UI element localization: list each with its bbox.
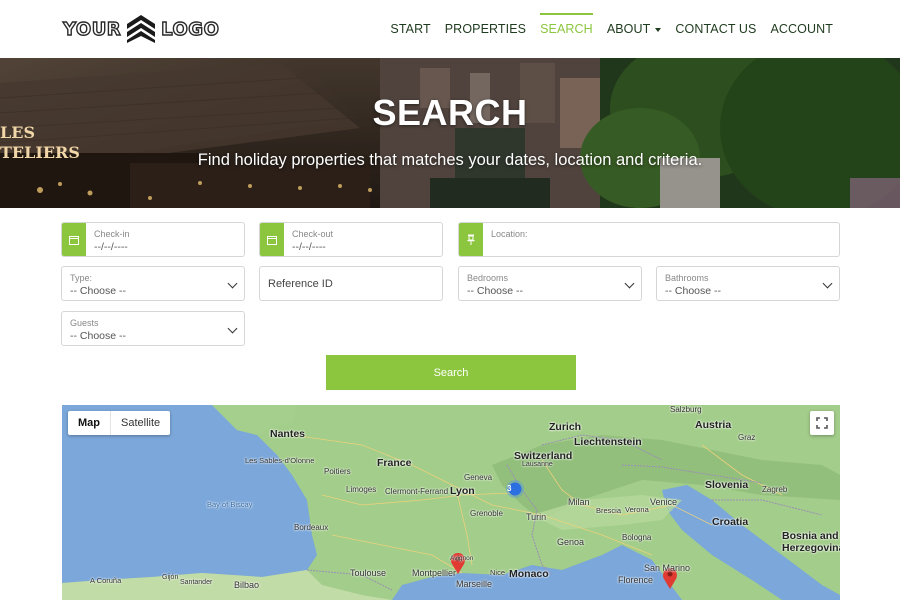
map-label: Geneva <box>464 473 493 482</box>
checkout-label: Check-out <box>292 229 334 239</box>
map-label: Genoa <box>557 537 585 547</box>
checkout-field[interactable]: Check-out --/--/---- <box>259 222 443 257</box>
map-label: Poitiers <box>324 467 351 476</box>
nav-contact[interactable]: CONTACT US <box>668 0 763 58</box>
map-label: Monaco <box>509 568 549 580</box>
map-label: Graz <box>738 433 756 442</box>
type-value: -- Choose -- <box>70 285 127 297</box>
map-label: Nice <box>490 568 506 577</box>
map-label: Bologna <box>622 533 652 542</box>
map-label: Limoges <box>346 485 377 494</box>
map-label: Zurich <box>549 421 582 433</box>
chevron-down-icon <box>822 278 833 289</box>
page-title: SEARCH <box>372 92 528 133</box>
nav-start[interactable]: START <box>383 0 437 58</box>
map-label: Toulouse <box>350 568 387 578</box>
map-label: Verona <box>625 505 649 514</box>
type-label: Type: <box>70 273 93 283</box>
checkin-label: Check-in <box>94 229 130 239</box>
map-label: Les Sables-d'Olonne <box>245 456 315 465</box>
map-label: Florence <box>618 575 654 585</box>
map-label: Bilbao <box>234 580 260 590</box>
map-label: Zagreb <box>762 485 788 494</box>
hero-banner: LES TELIERS SEARCH Find holiday properti… <box>0 58 900 208</box>
logo-left-text: YOUR <box>62 18 122 40</box>
map-label: A Coruña <box>90 576 122 585</box>
map-label: Bosnia and Herzegovina <box>782 530 840 554</box>
map-label: Montpellier <box>412 568 457 578</box>
map-label: Venice <box>650 497 678 507</box>
nav-account[interactable]: ACCOUNT <box>763 0 840 58</box>
page-subtitle: Find holiday properties that matches you… <box>197 151 703 169</box>
map-label: Bordeaux <box>294 523 329 532</box>
search-button[interactable]: Search <box>326 355 576 390</box>
bedrooms-value: -- Choose -- <box>467 285 524 297</box>
nav-properties[interactable]: PROPERTIES <box>438 0 533 58</box>
bathrooms-select[interactable]: Bathrooms -- Choose -- <box>656 266 840 301</box>
map-view[interactable]: 3 Nantes Les Sables-d'Olonne Bay of Bisc… <box>62 405 840 600</box>
nav-search[interactable]: SEARCH <box>533 0 600 58</box>
map-label: Bay of Biscay <box>207 500 253 509</box>
type-select[interactable]: Type: -- Choose -- <box>61 266 245 301</box>
map-label: Clermont-Ferrand <box>385 487 449 496</box>
map-label: Marseille <box>456 579 493 589</box>
location-field[interactable]: Location: <box>458 222 840 257</box>
bathrooms-label: Bathrooms <box>665 273 709 283</box>
cluster-count[interactable]: 3 <box>507 484 511 493</box>
map-label: San Marino <box>644 563 691 573</box>
map-label: Nantes <box>270 428 306 440</box>
map-type-map-button[interactable]: Map <box>68 411 111 435</box>
map-label: Brescia <box>596 506 622 515</box>
chevron-down-icon <box>227 278 238 289</box>
map-label: Lyon <box>450 485 475 497</box>
nav-about[interactable]: ABOUT <box>600 0 669 58</box>
checkin-field[interactable]: Check-in --/--/---- <box>61 222 245 257</box>
map-label: Slovenia <box>705 479 749 491</box>
map-label: Lausanne <box>522 461 553 468</box>
map-label: Austria <box>695 419 732 431</box>
map-label: Grenoble <box>470 509 503 518</box>
fullscreen-icon <box>816 417 828 429</box>
bedrooms-select[interactable]: Bedrooms -- Choose -- <box>458 266 642 301</box>
chevron-logo-icon <box>127 15 156 43</box>
location-label: Location: <box>491 229 528 239</box>
nav-about-label: ABOUT <box>606 22 651 36</box>
reference-id-input[interactable]: Reference ID <box>259 266 443 301</box>
map-label: Avignon <box>450 555 474 562</box>
calendar-icon <box>260 223 284 256</box>
calendar-icon <box>62 223 86 256</box>
pin-icon <box>459 223 483 256</box>
checkout-value: --/--/---- <box>292 241 326 253</box>
map-label: Croatia <box>712 516 749 528</box>
bedrooms-label: Bedrooms <box>467 273 509 283</box>
chevron-down-icon <box>227 323 238 334</box>
reference-id-placeholder: Reference ID <box>268 278 333 290</box>
main-nav: START PROPERTIES SEARCH ABOUT CONTACT US… <box>383 0 840 58</box>
map-label: Gijón <box>162 574 179 581</box>
fullscreen-button[interactable] <box>810 411 834 435</box>
caret-down-icon <box>655 27 662 32</box>
bathrooms-value: -- Choose -- <box>665 285 722 297</box>
map-label: Liechtenstein <box>574 436 642 448</box>
map-label: Turin <box>526 512 547 522</box>
map-label: France <box>377 457 412 469</box>
guests-value: -- Choose -- <box>70 330 127 342</box>
map-type-satellite-button[interactable]: Satellite <box>111 411 170 435</box>
chevron-down-icon <box>624 278 635 289</box>
guests-label: Guests <box>70 318 99 328</box>
site-logo[interactable]: YOUR LOGO <box>62 14 220 44</box>
map-label: Santander <box>180 579 213 586</box>
map-type-control: Map Satellite <box>68 411 171 435</box>
logo-right-text: LOGO <box>160 18 220 40</box>
site-header: YOUR LOGO START PROPERTIES SEARCH ABOUT … <box>0 0 900 58</box>
map-label: Milan <box>568 497 590 507</box>
guests-select[interactable]: Guests -- Choose -- <box>61 311 245 346</box>
checkin-value: --/--/---- <box>94 241 128 253</box>
map-label: Salzburg <box>670 405 702 414</box>
